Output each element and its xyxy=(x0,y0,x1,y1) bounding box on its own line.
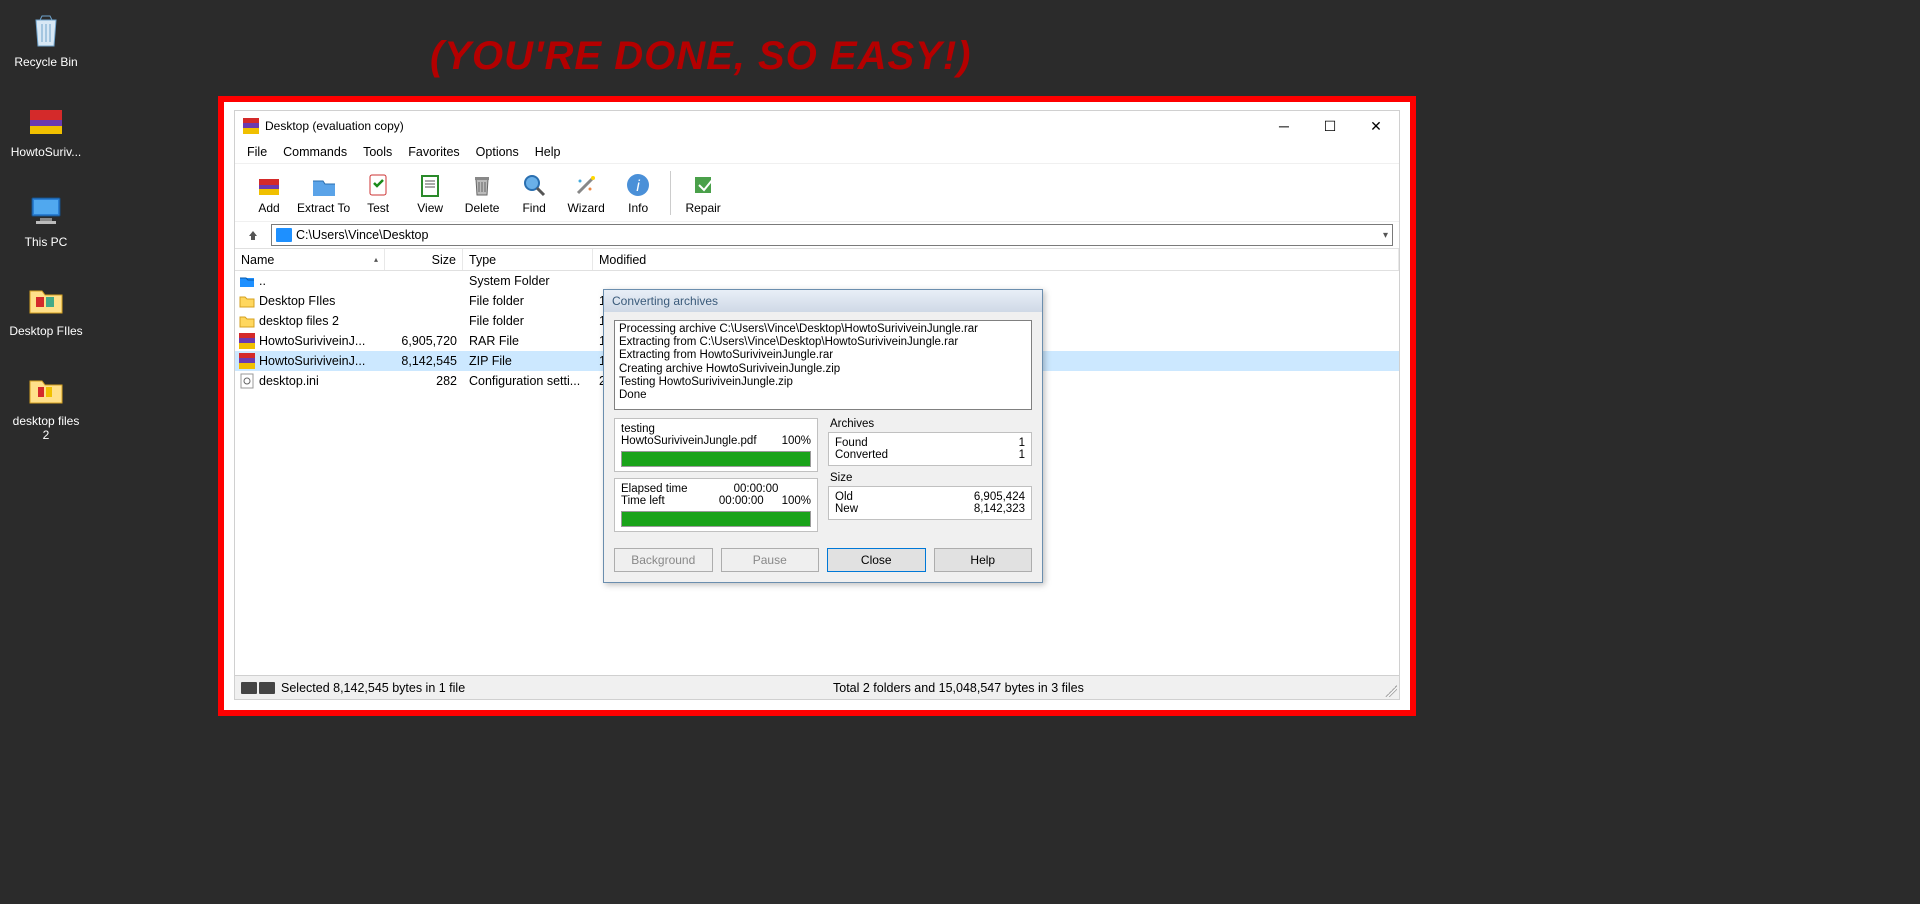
menubar: File Commands Tools Favorites Options He… xyxy=(235,141,1399,163)
toolbar-view[interactable]: View xyxy=(404,167,456,219)
winrar-window: Desktop (evaluation copy) ─ ☐ ✕ File Com… xyxy=(234,110,1400,700)
testing-file: HowtoSuriviveinJungle.pdf xyxy=(621,435,757,447)
help-button[interactable]: Help xyxy=(934,548,1033,572)
dialog-buttons: Background Pause Close Help xyxy=(614,548,1032,572)
toolbar-test[interactable]: Test xyxy=(352,167,404,219)
view-icon xyxy=(416,171,444,199)
rar-icon xyxy=(239,333,255,349)
folder-up-icon xyxy=(239,273,255,289)
size-label: Size xyxy=(828,472,1032,486)
resize-grip[interactable] xyxy=(1385,685,1397,697)
menu-help[interactable]: Help xyxy=(529,143,567,161)
address-bar: C:\Users\Vince\Desktop ▾ xyxy=(235,221,1399,249)
folder-icon xyxy=(24,277,68,321)
repair-icon xyxy=(689,171,717,199)
close-button[interactable]: ✕ xyxy=(1353,111,1399,141)
desktop-icon-rar-file[interactable]: HowtoSuriv... xyxy=(8,98,84,160)
status-left: Selected 8,142,545 bytes in 1 file xyxy=(281,681,465,695)
desktop-icons: Recycle Bin HowtoSuriv... This PC Deskto… xyxy=(8,8,84,443)
menu-commands[interactable]: Commands xyxy=(277,143,353,161)
testing-progress xyxy=(621,451,811,467)
window-title: Desktop (evaluation copy) xyxy=(265,119,404,133)
testing-pct: 100% xyxy=(782,435,811,447)
svg-text:i: i xyxy=(636,178,640,195)
folder-icon xyxy=(239,313,255,329)
desktop-icon-label: Desktop FIles xyxy=(9,325,82,339)
toolbar: Add Extract To Test View Delete Find Wiz… xyxy=(235,163,1399,221)
toolbar-find[interactable]: Find xyxy=(508,167,560,219)
highlight-frame: Desktop (evaluation copy) ─ ☐ ✕ File Com… xyxy=(218,96,1416,716)
sort-indicator-icon: ▴ xyxy=(374,255,378,264)
menu-file[interactable]: File xyxy=(241,143,273,161)
folder-icon xyxy=(239,293,255,309)
titlebar[interactable]: Desktop (evaluation copy) ─ ☐ ✕ xyxy=(235,111,1399,141)
test-icon xyxy=(364,171,392,199)
up-button[interactable] xyxy=(241,224,265,246)
desktop-icon-label: desktop files 2 xyxy=(8,415,84,443)
dialog-title[interactable]: Converting archives xyxy=(604,290,1042,312)
archives-label: Archives xyxy=(828,418,1032,432)
desktop-icon-this-pc[interactable]: This PC xyxy=(8,188,84,250)
archives-box: Found1 Converted1 xyxy=(828,432,1032,466)
menu-options[interactable]: Options xyxy=(470,143,525,161)
window-controls: ─ ☐ ✕ xyxy=(1261,111,1399,141)
desktop-icon-label: Recycle Bin xyxy=(14,56,77,70)
menu-favorites[interactable]: Favorites xyxy=(402,143,465,161)
toolbar-delete[interactable]: Delete xyxy=(456,167,508,219)
column-size[interactable]: Size xyxy=(385,249,463,270)
find-icon xyxy=(520,171,548,199)
column-name[interactable]: Name▴ xyxy=(235,249,385,270)
pause-button: Pause xyxy=(721,548,820,572)
recycle-bin-icon xyxy=(24,8,68,52)
toolbar-info[interactable]: iInfo xyxy=(612,167,664,219)
rar-file-icon xyxy=(24,98,68,142)
info-icon: i xyxy=(624,171,652,199)
extract-icon xyxy=(310,171,338,199)
log-output[interactable]: Processing archive C:\Users\Vince\Deskto… xyxy=(614,320,1032,410)
column-type[interactable]: Type xyxy=(463,249,593,270)
folder-icon xyxy=(24,367,68,411)
time-field: Elapsed time00:00:00 Time left00:00:0010… xyxy=(614,478,818,532)
wizard-icon xyxy=(572,171,600,199)
column-headers: Name▴ Size Type Modified xyxy=(235,249,1399,271)
converting-dialog: Converting archives Processing archive C… xyxy=(603,289,1043,583)
address-input[interactable]: C:\Users\Vince\Desktop ▾ xyxy=(271,224,1393,246)
status-icons xyxy=(241,682,275,694)
testing-field: testing HowtoSuriviveinJungle.pdf 100% xyxy=(614,418,818,472)
toolbar-repair[interactable]: Repair xyxy=(677,167,729,219)
address-text: C:\Users\Vince\Desktop xyxy=(296,228,428,242)
toolbar-wizard[interactable]: Wizard xyxy=(560,167,612,219)
close-dialog-button[interactable]: Close xyxy=(827,548,926,572)
desktop-icon-recycle-bin[interactable]: Recycle Bin xyxy=(8,8,84,70)
winrar-app-icon xyxy=(243,118,259,134)
column-modified[interactable]: Modified xyxy=(593,249,1399,270)
delete-icon xyxy=(468,171,496,199)
menu-tools[interactable]: Tools xyxy=(357,143,398,161)
desktop-icon-folder-2[interactable]: desktop files 2 xyxy=(8,367,84,443)
statusbar: Selected 8,142,545 bytes in 1 file Total… xyxy=(235,675,1399,699)
minimize-button[interactable]: ─ xyxy=(1261,111,1307,141)
zip-icon xyxy=(239,353,255,369)
overlay-heading: (YOU'RE DONE, SO EASY!) xyxy=(430,34,971,79)
ini-icon xyxy=(239,373,255,389)
chevron-down-icon[interactable]: ▾ xyxy=(1383,230,1388,241)
size-box: Old6,905,424 New8,142,323 xyxy=(828,486,1032,520)
desktop-icon-label: HowtoSuriv... xyxy=(11,146,81,160)
status-right: Total 2 folders and 15,048,547 bytes in … xyxy=(833,681,1084,695)
toolbar-divider xyxy=(670,171,671,215)
desktop-icon-folder-1[interactable]: Desktop FIles xyxy=(8,277,84,339)
background-button: Background xyxy=(614,548,713,572)
toolbar-add[interactable]: Add xyxy=(243,167,295,219)
file-row[interactable]: ..System Folder xyxy=(235,271,1399,291)
desktop-icon-label: This PC xyxy=(25,236,68,250)
maximize-button[interactable]: ☐ xyxy=(1307,111,1353,141)
time-progress xyxy=(621,511,811,527)
this-pc-icon xyxy=(24,188,68,232)
drive-icon xyxy=(276,228,292,242)
toolbar-extract-to[interactable]: Extract To xyxy=(295,167,352,219)
add-icon xyxy=(255,171,283,199)
